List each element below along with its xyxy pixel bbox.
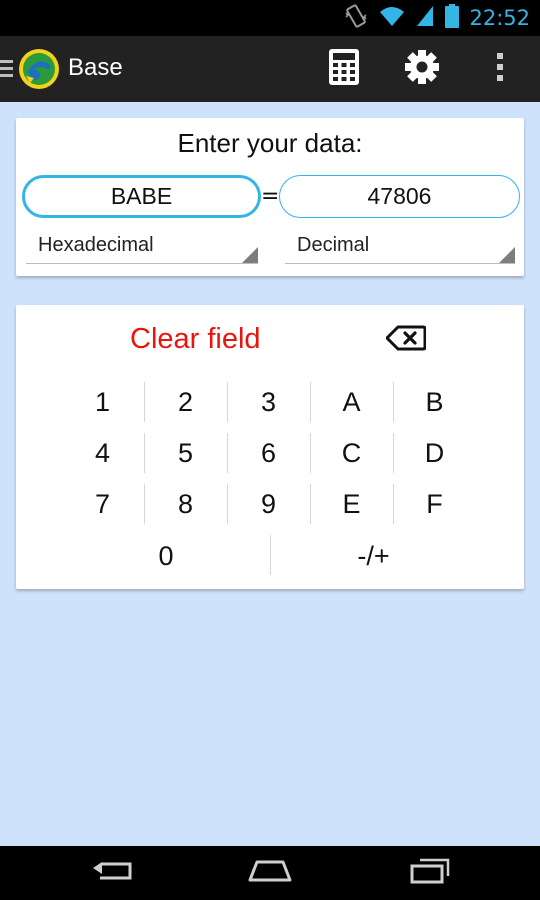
wifi-icon <box>379 5 405 31</box>
dropdown-corner-icon <box>242 247 258 263</box>
key-divider <box>144 382 145 422</box>
key-sign-toggle[interactable]: -/+ <box>271 534 476 578</box>
key-divider <box>310 433 311 473</box>
key-divider <box>144 484 145 524</box>
equals-sign: = <box>261 184 280 209</box>
clear-field-button[interactable]: Clear field <box>130 323 261 356</box>
key-divider <box>227 484 228 524</box>
backspace-button[interactable] <box>385 325 427 355</box>
signal-icon <box>415 5 435 31</box>
key-6[interactable]: 6 <box>227 431 310 475</box>
recent-apps-button[interactable] <box>390 846 470 900</box>
input-card: Enter your data: BABE = 47806 Hexadecima… <box>16 118 524 276</box>
key-divider <box>310 484 311 524</box>
app-title: Base <box>68 54 123 81</box>
back-button[interactable] <box>72 846 152 900</box>
key-4[interactable]: 4 <box>61 431 144 475</box>
key-f[interactable]: F <box>393 482 476 526</box>
key-divider <box>144 433 145 473</box>
key-divider <box>393 484 394 524</box>
home-button[interactable] <box>230 846 310 900</box>
key-e[interactable]: E <box>310 482 393 526</box>
home-icon <box>248 860 292 886</box>
back-icon <box>92 860 132 886</box>
navigation-bar <box>0 846 540 900</box>
key-2[interactable]: 2 <box>144 380 227 424</box>
overflow-menu-button[interactable] <box>470 36 530 102</box>
key-1[interactable]: 1 <box>61 380 144 424</box>
action-bar: Base <box>0 36 540 102</box>
key-divider <box>310 382 311 422</box>
key-b[interactable]: B <box>393 380 476 424</box>
vibrate-icon <box>343 3 369 33</box>
key-c[interactable]: C <box>310 431 393 475</box>
app-logo[interactable] <box>18 48 60 90</box>
key-7[interactable]: 7 <box>61 482 144 526</box>
key-divider <box>270 535 271 575</box>
key-8[interactable]: 8 <box>144 482 227 526</box>
backspace-icon <box>385 325 427 355</box>
settings-button[interactable] <box>392 36 452 102</box>
key-divider <box>227 433 228 473</box>
key-3[interactable]: 3 <box>227 380 310 424</box>
input-heading: Enter your data: <box>177 128 363 158</box>
source-base-dropdown[interactable]: Hexadecimal <box>26 228 258 264</box>
result-value-field[interactable]: 47806 <box>279 175 520 218</box>
drawer-indicator-icon[interactable] <box>0 58 14 80</box>
calculator-icon <box>328 48 360 90</box>
overflow-menu-icon <box>496 52 504 86</box>
status-time: 22:52 <box>469 6 530 30</box>
source-value-field[interactable]: BABE <box>22 175 261 218</box>
settings-icon <box>404 49 440 89</box>
result-base-label: Decimal <box>297 234 370 256</box>
calculator-button[interactable] <box>314 36 374 102</box>
key-divider <box>393 382 394 422</box>
key-0[interactable]: 0 <box>61 534 271 578</box>
key-9[interactable]: 9 <box>227 482 310 526</box>
status-bar: 22:52 <box>0 0 540 36</box>
source-base-label: Hexadecimal <box>38 234 154 256</box>
key-divider <box>227 382 228 422</box>
key-d[interactable]: D <box>393 431 476 475</box>
key-a[interactable]: A <box>310 380 393 424</box>
battery-icon <box>445 4 460 32</box>
keypad-card: Clear field 1 2 3 A B 4 5 6 C D 7 8 9 E … <box>16 305 524 589</box>
key-divider <box>393 433 394 473</box>
recent-apps-icon <box>410 858 450 888</box>
result-base-dropdown[interactable]: Decimal <box>285 228 515 264</box>
key-5[interactable]: 5 <box>144 431 227 475</box>
dropdown-corner-icon <box>499 247 515 263</box>
